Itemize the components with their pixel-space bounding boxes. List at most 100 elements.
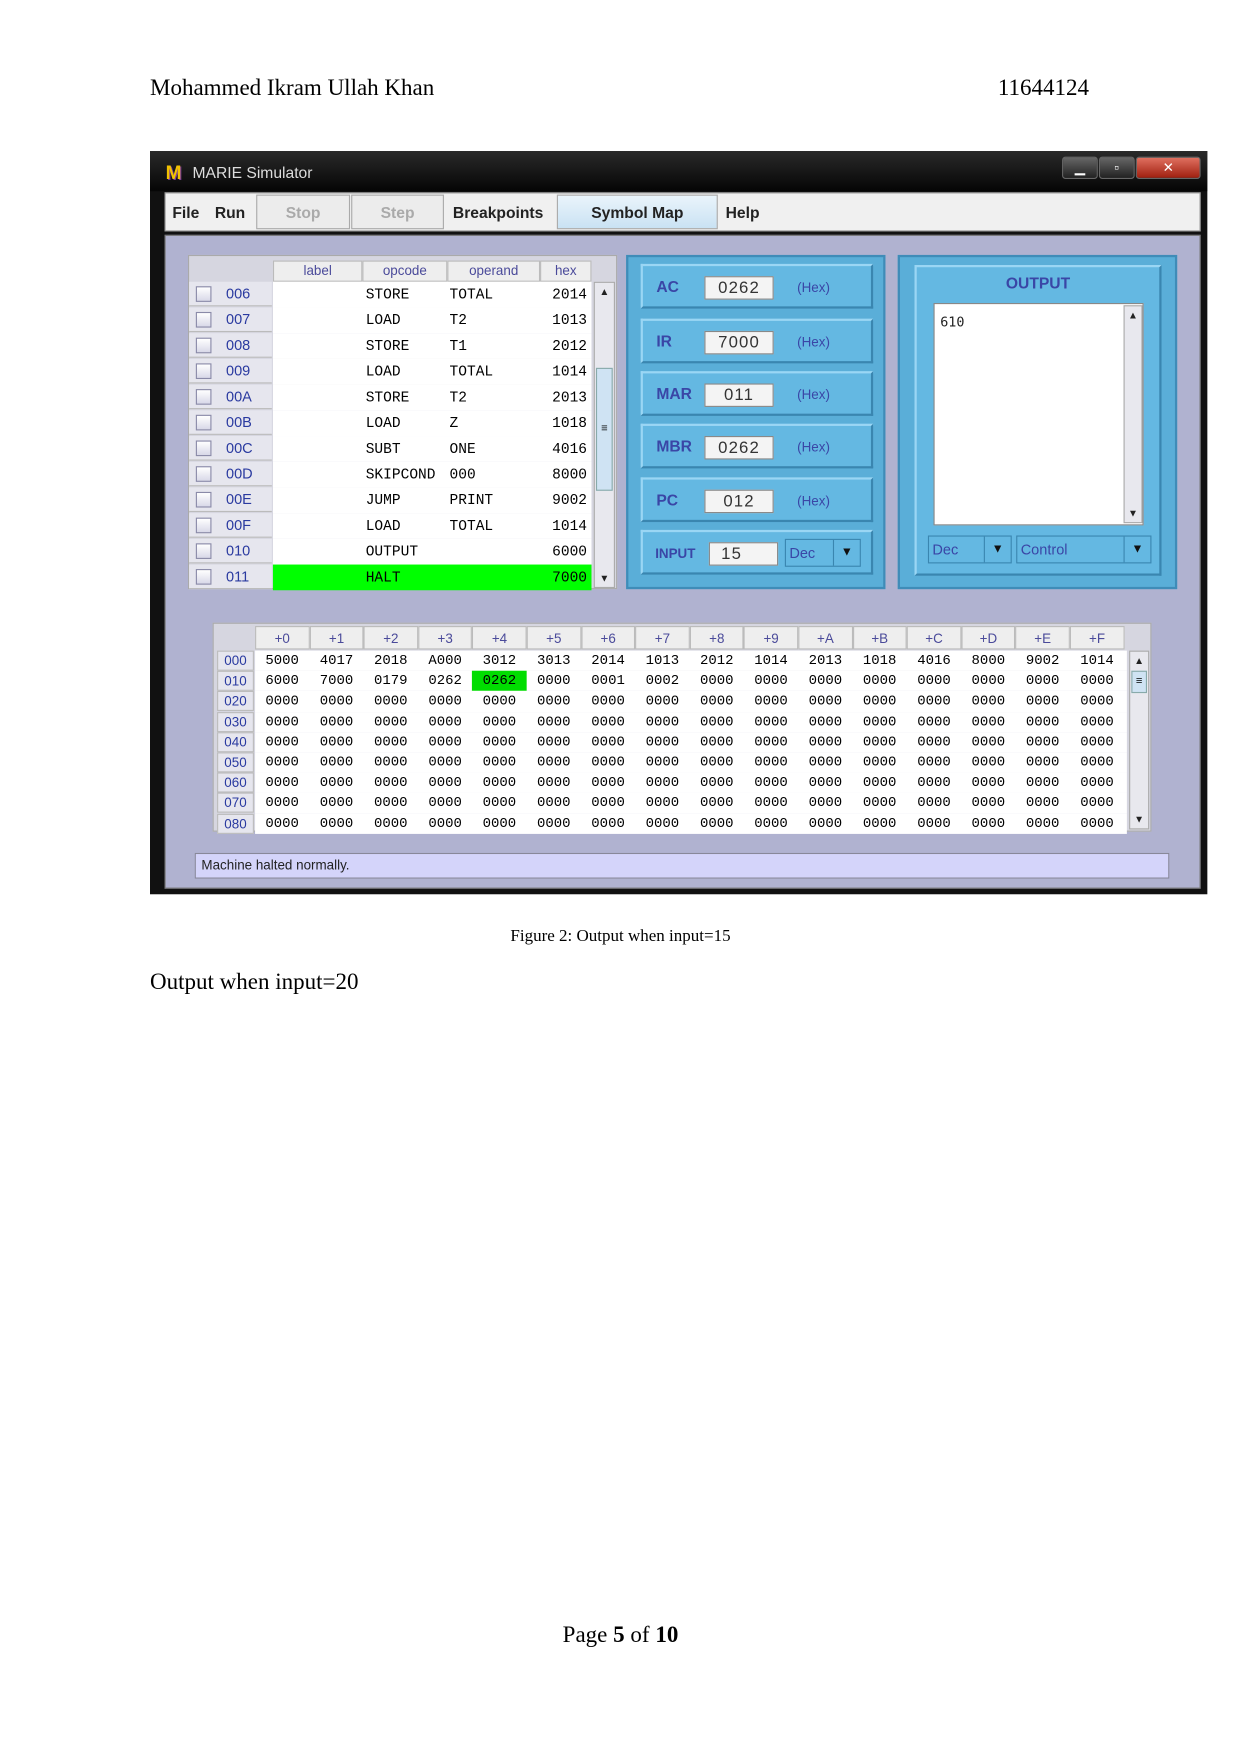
menu-bar: File Run Stop Step Breakpoints Symbol Ma… xyxy=(164,192,1201,232)
menu-run[interactable]: Run xyxy=(215,204,245,222)
step-button[interactable]: Step xyxy=(351,194,444,230)
input-field[interactable]: 15 xyxy=(708,542,779,566)
memory-row-address: 050 xyxy=(217,752,254,773)
hex-cell: 2012 xyxy=(552,337,588,355)
scroll-down-icon[interactable]: ▼ xyxy=(595,569,614,587)
stop-button[interactable]: Stop xyxy=(256,194,351,230)
breakpoint-checkbox[interactable] xyxy=(195,543,212,559)
memory-cells: 6000 7000 0179 0262 0262 0000 0001 0002 0000 0000… xyxy=(255,670,1127,692)
memory-row: 060 0000 0000 0000 0000 0000 0000 0000 0000 0000 0… xyxy=(214,772,1131,793)
scroll-up-icon[interactable]: ▲ xyxy=(1130,652,1148,670)
operand-cell: TOTAL xyxy=(449,286,494,304)
menu-breakpoints[interactable]: Breakpoints xyxy=(453,204,543,222)
output-scrollbar[interactable]: ▲ ▼ xyxy=(1123,305,1143,524)
memory-cell: 0000 xyxy=(754,734,788,750)
memory-cell: 0000 xyxy=(591,754,625,771)
memory-cell: 0000 xyxy=(971,734,1006,750)
register-ir: IR 7000 (Hex) xyxy=(640,318,874,364)
program-row[interactable]: 007 LOAD T2 1013 xyxy=(189,307,592,334)
memory-row: 030 0000 0000 0000 0000 0000 0000 0000 0000 0000 0… xyxy=(214,711,1131,732)
program-row[interactable]: 00C SUBT ONE 4016 xyxy=(189,436,592,462)
program-row[interactable]: 00B LOAD Z 1018 xyxy=(189,410,592,437)
program-row[interactable]: 00A STORE T2 2013 xyxy=(189,384,592,411)
memory-cell: 1013 xyxy=(645,652,680,669)
register-value[interactable]: 011 xyxy=(704,383,774,407)
hex-cell: 1018 xyxy=(552,414,588,432)
breakpoint-checkbox[interactable] xyxy=(195,440,212,457)
program-row[interactable]: 009 LOAD TOTAL 1014 xyxy=(189,358,592,385)
breakpoint-checkbox[interactable] xyxy=(195,466,212,482)
register-value[interactable]: 012 xyxy=(704,489,774,514)
breakpoint-checkbox[interactable] xyxy=(195,311,212,328)
minimize-button[interactable]: ▁ xyxy=(1062,156,1098,179)
register-value[interactable]: 0262 xyxy=(704,436,774,460)
memory-cell: 0000 xyxy=(482,754,517,771)
program-row[interactable]: 00F LOAD TOTAL 1014 xyxy=(189,513,592,539)
output-mode-select[interactable]: Dec ▼ xyxy=(927,535,1012,564)
register-value[interactable]: 0262 xyxy=(704,276,774,300)
memory-cell: 0000 xyxy=(374,693,408,710)
breakpoint-checkbox[interactable] xyxy=(195,414,212,431)
symbol-map-button[interactable]: Symbol Map xyxy=(556,194,718,230)
memory-cell: 0000 xyxy=(1025,774,1060,791)
program-row[interactable]: 011 HALT 7000 xyxy=(189,564,592,591)
breakpoint-checkbox[interactable] xyxy=(195,286,212,302)
memory-cell: 0000 xyxy=(374,815,408,832)
memory-cell: 4017 xyxy=(319,652,354,669)
memory-row: 070 0000 0000 0000 0000 0000 0000 0000 0000 0000 0… xyxy=(214,792,1131,814)
memory-cell: 0000 xyxy=(754,815,788,832)
memory-col-header: +0 xyxy=(255,626,310,650)
memory-row: 050 0000 0000 0000 0000 0000 0000 0000 0000 0000 0… xyxy=(214,752,1131,773)
breakpoint-checkbox[interactable] xyxy=(195,337,212,354)
memory-scrollbar[interactable]: ▲ ≡ ▼ xyxy=(1129,650,1150,830)
input-mode-select[interactable]: Dec ▼ xyxy=(784,538,861,567)
memory-cell: 0000 xyxy=(754,774,788,791)
hex-cell: 1013 xyxy=(552,311,588,329)
scroll-down-icon[interactable]: ▼ xyxy=(1130,810,1148,828)
breakpoint-checkbox[interactable] xyxy=(195,389,212,405)
output-control-select[interactable]: Control ▼ xyxy=(1016,535,1152,564)
hex-cell: 2014 xyxy=(552,286,588,304)
col-hex: hex xyxy=(540,260,592,282)
memory-cell: 0000 xyxy=(645,774,680,791)
memory-cell: 0000 xyxy=(536,795,571,811)
dropdown-icon[interactable]: ▼ xyxy=(983,536,1011,563)
breakpoint-checkbox[interactable] xyxy=(195,491,212,508)
memory-cell: 0000 xyxy=(374,774,408,791)
memory-col-header: +7 xyxy=(635,626,690,650)
memory-row-address: 060 xyxy=(217,772,254,793)
memory-cell: 0000 xyxy=(591,774,625,791)
dropdown-icon[interactable]: ▼ xyxy=(1123,536,1151,563)
program-row[interactable]: 010 OUTPUT 6000 xyxy=(189,538,592,565)
scroll-thumb[interactable]: ≡ xyxy=(1131,670,1147,694)
footer-prefix: Page xyxy=(562,1622,614,1647)
close-button[interactable]: ✕ xyxy=(1135,156,1201,179)
scroll-down-icon[interactable]: ▼ xyxy=(1125,504,1142,522)
scroll-thumb[interactable]: ≡ xyxy=(595,367,613,491)
opcode-cell: JUMP xyxy=(365,491,401,509)
program-row[interactable]: 00D SKIPCOND 000 8000 xyxy=(189,461,592,488)
maximize-button[interactable]: ▫ xyxy=(1098,156,1135,179)
scroll-up-icon[interactable]: ▲ xyxy=(1125,306,1142,324)
memory-row-address: 040 xyxy=(217,731,254,753)
memory-cell: 5000 xyxy=(265,652,299,669)
register-value[interactable]: 7000 xyxy=(704,330,774,355)
dropdown-icon[interactable]: ▼ xyxy=(832,539,860,566)
menu-file[interactable]: File xyxy=(172,204,199,222)
memory-cell: 0000 xyxy=(265,734,299,750)
program-scrollbar[interactable]: ▲ ≡ ▼ xyxy=(593,281,615,589)
breakpoint-checkbox[interactable] xyxy=(195,569,212,585)
memory-cell: 0000 xyxy=(754,754,788,771)
program-row[interactable]: 00E JUMP PRINT 9002 xyxy=(189,487,592,514)
status-bar: Machine halted normally. xyxy=(194,852,1170,879)
instruction-cells: STORE T2 2013 xyxy=(272,384,592,411)
scroll-up-icon[interactable]: ▲ xyxy=(595,283,614,301)
program-row[interactable]: 006 STORE TOTAL 2014 xyxy=(189,281,592,308)
breakpoint-checkbox[interactable] xyxy=(195,363,212,380)
menu-help[interactable]: Help xyxy=(726,204,760,222)
breakpoint-checkbox[interactable] xyxy=(195,517,212,534)
memory-col-header: +3 xyxy=(418,626,473,650)
memory-cell: 3012 xyxy=(482,652,517,669)
memory-cell: 2018 xyxy=(374,652,408,669)
program-row[interactable]: 008 STORE T1 2012 xyxy=(189,333,592,359)
